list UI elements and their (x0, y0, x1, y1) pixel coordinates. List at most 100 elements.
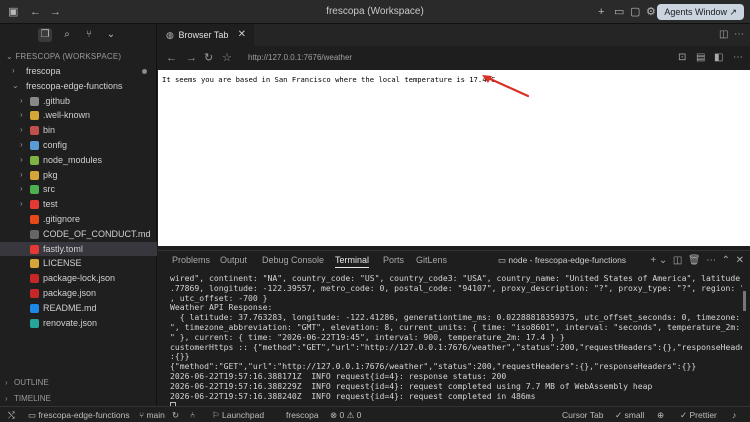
tab-gitlens[interactable]: GitLens (416, 255, 447, 265)
folder-icon (30, 200, 39, 210)
chevron-right-icon[interactable]: › (20, 94, 23, 109)
file-icon (30, 288, 39, 298)
chevron-right-icon[interactable]: › (12, 64, 15, 79)
editor-tab-bar: ◍ Browser Tab ✕ ◫ ⋯ (158, 24, 750, 46)
tree-file[interactable]: renovate.json (0, 316, 157, 331)
source-control-icon[interactable]: ⑂ (82, 28, 96, 42)
outline-section[interactable]: OUTLINE (0, 376, 157, 390)
chevron-down-icon[interactable]: ⌄ (104, 28, 118, 42)
tree-folder[interactable]: › pkg (0, 168, 157, 183)
tree-file[interactable]: .gitignore (0, 212, 157, 227)
git-graph-icon[interactable]: ⑃ (190, 410, 195, 420)
tree-item-label: pkg (43, 169, 58, 180)
terminal-scrollbar[interactable] (743, 291, 746, 311)
url-field[interactable]: http://127.0.0.1:7676/weather (248, 53, 352, 62)
tab-browser[interactable]: ◍ Browser Tab ✕ (158, 24, 254, 46)
close-icon[interactable]: ✕ (238, 24, 246, 46)
tab-problems[interactable]: Problems (172, 255, 210, 265)
forward-icon[interactable]: → (186, 52, 197, 64)
reload-icon[interactable]: ↻ (204, 52, 213, 64)
chevron-right-icon[interactable]: › (20, 123, 23, 138)
terminal-selector[interactable]: ▭ node - frescopa-edge-functions (498, 255, 626, 266)
terminal-output[interactable]: wired", continent: "NA", country_code: "… (170, 274, 742, 411)
panel-icon[interactable]: ▭ (614, 6, 624, 18)
sync-icon[interactable]: ↻ (172, 410, 179, 421)
panel-actions[interactable]: + ⌄ ◫ 🗑 ⋯ ⌃ ✕ (650, 255, 744, 266)
star-icon[interactable]: ☆ (222, 52, 232, 64)
chevron-right-icon[interactable]: › (20, 108, 23, 123)
tab-terminal[interactable]: Terminal (335, 255, 370, 268)
weather-message: It seems you are based in San Francisco … (162, 75, 496, 84)
file-icon (30, 274, 39, 284)
repo-indicator[interactable]: ▭ frescopa-edge-functions (28, 410, 130, 421)
tree-folder[interactable]: › bin (0, 123, 157, 138)
tree-item-label: .gitignore (43, 213, 81, 224)
file-tree: › frescopa ⌄ frescopa-edge-functions › .githu… (0, 64, 157, 330)
workspace-header[interactable]: ⌄ FRESCOPA (WORKSPACE) (0, 50, 157, 64)
search-icon[interactable]: ⌕ (60, 28, 74, 42)
tree-folder[interactable]: › test (0, 197, 157, 212)
problems-indicator[interactable]: ⊗ 0 ⚠ 0 (330, 410, 361, 421)
tree-file[interactable]: package.json (0, 286, 157, 301)
tree-file[interactable]: fastly.toml (0, 241, 157, 257)
status-bar: ⤭ ▭ frescopa-edge-functions ⑂ main ↻ ⑃ ⚐… (0, 406, 750, 422)
tree-item-label: bin (43, 125, 56, 136)
split-editor-icon[interactable]: ◫ ⋯ (719, 29, 744, 40)
timeline-section[interactable]: TIMELINE (0, 392, 157, 406)
tree-item-label: test (43, 199, 58, 210)
zoom-icon[interactable]: ⊕ (657, 410, 664, 421)
tree-folder[interactable]: › src (0, 182, 157, 197)
tree-folder[interactable]: › .github (0, 94, 157, 109)
files-icon[interactable]: ❐ (38, 28, 52, 42)
tree-file[interactable]: package-lock.json (0, 271, 157, 286)
launchpad-item[interactable]: ⚐ Launchpad (212, 410, 264, 421)
tree-item-label: .well-known (43, 110, 91, 121)
panel-tab-bar: Problems Output Debug Console Terminal P… (158, 251, 750, 271)
tree-file[interactable]: LICENSE (0, 256, 157, 271)
annotation-arrow-icon (482, 75, 530, 98)
tree-folder[interactable]: › node_modules (0, 153, 157, 168)
sidebar-icon[interactable]: ◧ (714, 52, 723, 64)
tab-output[interactable]: Output (220, 255, 247, 265)
tree-item-label: frescopa (26, 66, 61, 76)
chevron-down-icon: ⌄ (6, 52, 16, 61)
plus-icon[interactable]: + (598, 6, 604, 18)
bell-icon[interactable]: ♪ (732, 410, 736, 420)
modified-dot (142, 69, 147, 74)
tab-ports[interactable]: Ports (383, 255, 404, 265)
cursor-tab-item[interactable]: Cursor Tab (562, 410, 603, 420)
remote-icon[interactable]: ⤭ (8, 410, 15, 421)
tree-item-label: config (43, 139, 68, 150)
model-item[interactable]: ✓ small (615, 410, 644, 421)
tree-folder[interactable]: › config (0, 138, 157, 153)
tree-folder[interactable]: › frescopa (0, 64, 157, 79)
chevron-right-icon[interactable]: › (20, 138, 23, 153)
bottom-panel: Problems Output Debug Console Terminal P… (158, 250, 750, 410)
more-icon[interactable]: ⋯ (733, 52, 743, 64)
branch-indicator[interactable]: ⑂ main (139, 410, 165, 420)
prettier-item[interactable]: ✓ Prettier (680, 410, 717, 421)
chevron-right-icon[interactable]: › (20, 197, 23, 212)
tree-file[interactable]: CODE_OF_CONDUCT.md (0, 227, 157, 242)
project-item[interactable]: frescopa (286, 410, 319, 420)
devtools-icon[interactable]: ▤ (696, 52, 705, 64)
gear-icon[interactable]: ⚙ (646, 6, 656, 18)
screenshot-icon[interactable]: ⊡ (678, 52, 686, 64)
chat-icon[interactable]: ▢ (630, 6, 640, 18)
tree-folder[interactable]: ⌄ frescopa-edge-functions (0, 79, 157, 94)
explorer-sidebar: ❐ ⌕ ⑂ ⌄ ⌄ FRESCOPA (WORKSPACE) › frescopa… (0, 24, 157, 406)
chevron-down-icon[interactable]: ⌄ (12, 79, 19, 94)
tree-item-label: LICENSE (43, 258, 82, 269)
chevron-right-icon[interactable]: › (20, 153, 23, 168)
chevron-right-icon[interactable]: › (20, 168, 23, 183)
tree-folder[interactable]: › .well-known (0, 108, 157, 123)
file-icon (30, 318, 39, 328)
tree-file[interactable]: README.md (0, 301, 157, 316)
tab-debug-console[interactable]: Debug Console (262, 255, 324, 265)
back-icon[interactable]: ← (166, 52, 177, 64)
tree-item-label: package.json (43, 287, 97, 298)
agents-window-button[interactable]: Agents Window ↗ (657, 4, 744, 20)
chevron-right-icon[interactable]: › (20, 182, 23, 197)
folder-icon (30, 111, 39, 121)
folder-icon (30, 155, 39, 165)
